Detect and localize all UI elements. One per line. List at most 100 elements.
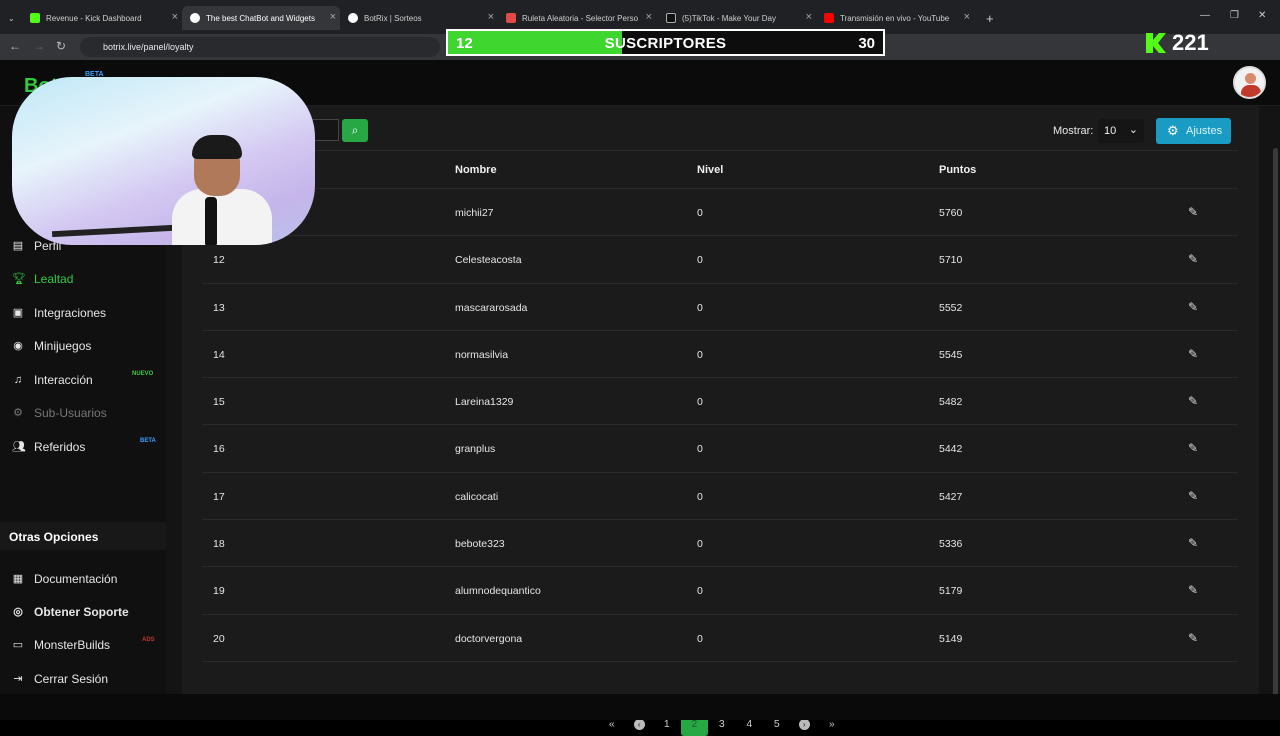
edit-icon[interactable]: ✎ bbox=[1188, 536, 1198, 550]
edit-icon[interactable]: ✎ bbox=[1188, 347, 1198, 361]
points-cell: 5545 bbox=[939, 348, 963, 361]
nuevo-badge: NUEVO bbox=[132, 371, 154, 377]
url-field[interactable]: botrix.live/panel/loyalty bbox=[80, 37, 440, 57]
sidebar-item-interaccion[interactable]: ♫ Interacción bbox=[12, 370, 93, 390]
points-cell: 5427 bbox=[939, 490, 963, 503]
edit-icon[interactable]: ✎ bbox=[1188, 252, 1198, 266]
tab-tiktok[interactable]: (5)TikTok - Make Your Day × bbox=[658, 6, 816, 30]
subscriber-goal-bar: SUSCRIPTORES 12 30 bbox=[446, 29, 885, 56]
sidebar-item-minijuegos[interactable]: ◉ Minijuegos bbox=[12, 336, 91, 356]
level-cell: 0 bbox=[697, 632, 703, 645]
close-tab-icon[interactable]: × bbox=[330, 11, 336, 23]
column-header-nivel[interactable]: Nivel bbox=[697, 164, 723, 176]
ruleta-favicon-icon bbox=[506, 13, 516, 23]
level-cell: 0 bbox=[697, 490, 703, 503]
tab-botrix-sorteos[interactable]: BotRix | Sorteos × bbox=[340, 6, 498, 30]
ajustes-button[interactable]: ⚙ Ajustes bbox=[1156, 118, 1231, 144]
close-tab-icon[interactable]: × bbox=[964, 11, 970, 23]
forward-icon[interactable]: → bbox=[33, 39, 45, 53]
mostrar-label: Mostrar: bbox=[1053, 125, 1094, 137]
rank-cell: 20 bbox=[213, 632, 225, 645]
sidebar-item-integraciones[interactable]: ▣ Integraciones bbox=[12, 303, 106, 323]
rank-cell: 16 bbox=[213, 443, 225, 456]
table-row: 19 alumnodequantico 0 5179 ✎ bbox=[202, 567, 1238, 615]
name-cell: mascararosada bbox=[455, 301, 528, 314]
back-icon[interactable]: ← bbox=[9, 39, 21, 53]
name-cell: alumnodequantico bbox=[455, 585, 541, 598]
sign-out-icon: ⇥ bbox=[13, 673, 23, 685]
scrollbar[interactable] bbox=[1273, 148, 1278, 703]
edit-icon[interactable]: ✎ bbox=[1188, 441, 1198, 455]
table-row: michii27 0 5760 ✎ bbox=[202, 189, 1238, 237]
bottom-bar bbox=[0, 694, 1280, 720]
users-cog-icon: ⚙ bbox=[13, 407, 23, 419]
close-tab-icon[interactable]: × bbox=[646, 11, 652, 23]
name-cell: doctorvergona bbox=[455, 632, 523, 645]
botrix-favicon-icon bbox=[190, 13, 200, 23]
edit-icon[interactable]: ✎ bbox=[1188, 394, 1198, 408]
table-row: 13 mascararosada 0 5552 ✎ bbox=[202, 284, 1238, 331]
desktop-icon: ▭ bbox=[12, 639, 24, 651]
tab-kick-dashboard[interactable]: Revenue - Kick Dashboard × bbox=[22, 6, 182, 30]
points-cell: 5482 bbox=[939, 396, 963, 409]
edit-icon[interactable]: ✎ bbox=[1188, 300, 1198, 314]
trophy-icon: 🏆︎ bbox=[12, 273, 26, 285]
table-row: 18 bebote323 0 5336 ✎ bbox=[202, 520, 1238, 568]
sidebar-item-cerrar-sesion[interactable]: ⇥ Cerrar Sesión bbox=[12, 669, 108, 689]
table-row: 16 granplus 0 5442 ✎ bbox=[202, 425, 1238, 473]
webcam-overlay bbox=[12, 77, 315, 245]
rank-cell: 17 bbox=[213, 490, 225, 503]
level-cell: 0 bbox=[697, 443, 703, 456]
table-body: michii27 0 5760 ✎ 12 Celesteacosta 0 5710 ✎ 13 mas… bbox=[202, 189, 1238, 662]
users-icon: 👥︎ bbox=[12, 441, 26, 453]
avatar[interactable] bbox=[1233, 66, 1266, 99]
sidebar-item-sub-usuarios[interactable]: ⚙ Sub-Usuarios bbox=[12, 403, 107, 423]
close-window-icon[interactable]: ✕ bbox=[1258, 10, 1266, 21]
rank-cell: 19 bbox=[213, 585, 225, 598]
column-header-puntos[interactable]: Puntos bbox=[939, 164, 976, 176]
beta-badge: BETA bbox=[140, 438, 156, 444]
sidebar-item-lealtad[interactable]: 🏆︎ Lealtad bbox=[12, 269, 73, 289]
level-cell: 0 bbox=[697, 538, 703, 551]
edit-icon[interactable]: ✎ bbox=[1188, 583, 1198, 597]
loyalty-table: Nombre Nivel Puntos michii27 0 5760 ✎ 12 Cele… bbox=[202, 150, 1238, 662]
maximize-icon[interactable]: ❐ bbox=[1230, 10, 1239, 21]
level-cell: 0 bbox=[697, 585, 703, 598]
tiktok-favicon-icon bbox=[666, 13, 676, 23]
close-tab-icon[interactable]: × bbox=[172, 11, 178, 23]
kick-follower-counter: 221 bbox=[1146, 30, 1209, 56]
tab-search-chevron-icon[interactable]: ⌄ bbox=[0, 6, 20, 30]
edit-icon[interactable]: ✎ bbox=[1188, 205, 1198, 219]
level-cell: 0 bbox=[697, 348, 703, 361]
level-cell: 0 bbox=[697, 396, 703, 409]
tab-botrix-chatbot[interactable]: The best ChatBot and Widgets × bbox=[182, 6, 340, 30]
new-tab-button[interactable]: + bbox=[978, 6, 994, 30]
sidebar-item-obtener-soporte[interactable]: ◎ Obtener Soporte bbox=[12, 602, 129, 622]
chevron-right-icon: › bbox=[798, 719, 810, 730]
reload-icon[interactable]: ↻ bbox=[56, 39, 66, 53]
search-button[interactable]: ⌕ bbox=[342, 119, 368, 142]
microphone-icon bbox=[205, 197, 217, 245]
ads-badge: ADS bbox=[142, 637, 155, 643]
sidebar-item-documentacion[interactable]: ▦ Documentación bbox=[12, 569, 118, 589]
table-header: Nombre Nivel Puntos bbox=[202, 150, 1238, 189]
window-icon: ▣ bbox=[12, 307, 24, 319]
column-header-nombre[interactable]: Nombre bbox=[455, 164, 497, 176]
support-icon: ◎ bbox=[13, 606, 23, 618]
book-icon: ▦ bbox=[12, 573, 24, 585]
edit-icon[interactable]: ✎ bbox=[1188, 489, 1198, 503]
sidebar-item-monsterbuilds[interactable]: ▭ MonsterBuilds bbox=[12, 635, 110, 655]
close-tab-icon[interactable]: × bbox=[806, 11, 812, 23]
page-size-select[interactable]: 10 ⌄ bbox=[1098, 119, 1144, 143]
sidebar-item-referidos[interactable]: 👥︎ Referidos bbox=[12, 437, 85, 457]
tab-youtube[interactable]: Transmisión en vivo - YouTube × bbox=[816, 6, 974, 30]
subscriber-count: 12 bbox=[456, 35, 473, 52]
edit-icon[interactable]: ✎ bbox=[1188, 631, 1198, 645]
minimize-icon[interactable]: — bbox=[1200, 10, 1210, 21]
name-cell: calicocati bbox=[455, 490, 499, 503]
tab-ruleta[interactable]: Ruleta Aleatoria - Selector Perso × bbox=[498, 6, 656, 30]
close-tab-icon[interactable]: × bbox=[488, 11, 494, 23]
section-title-otras-opciones: Otras Opciones bbox=[0, 522, 166, 550]
points-cell: 5442 bbox=[939, 443, 963, 456]
search-input[interactable] bbox=[312, 119, 339, 141]
